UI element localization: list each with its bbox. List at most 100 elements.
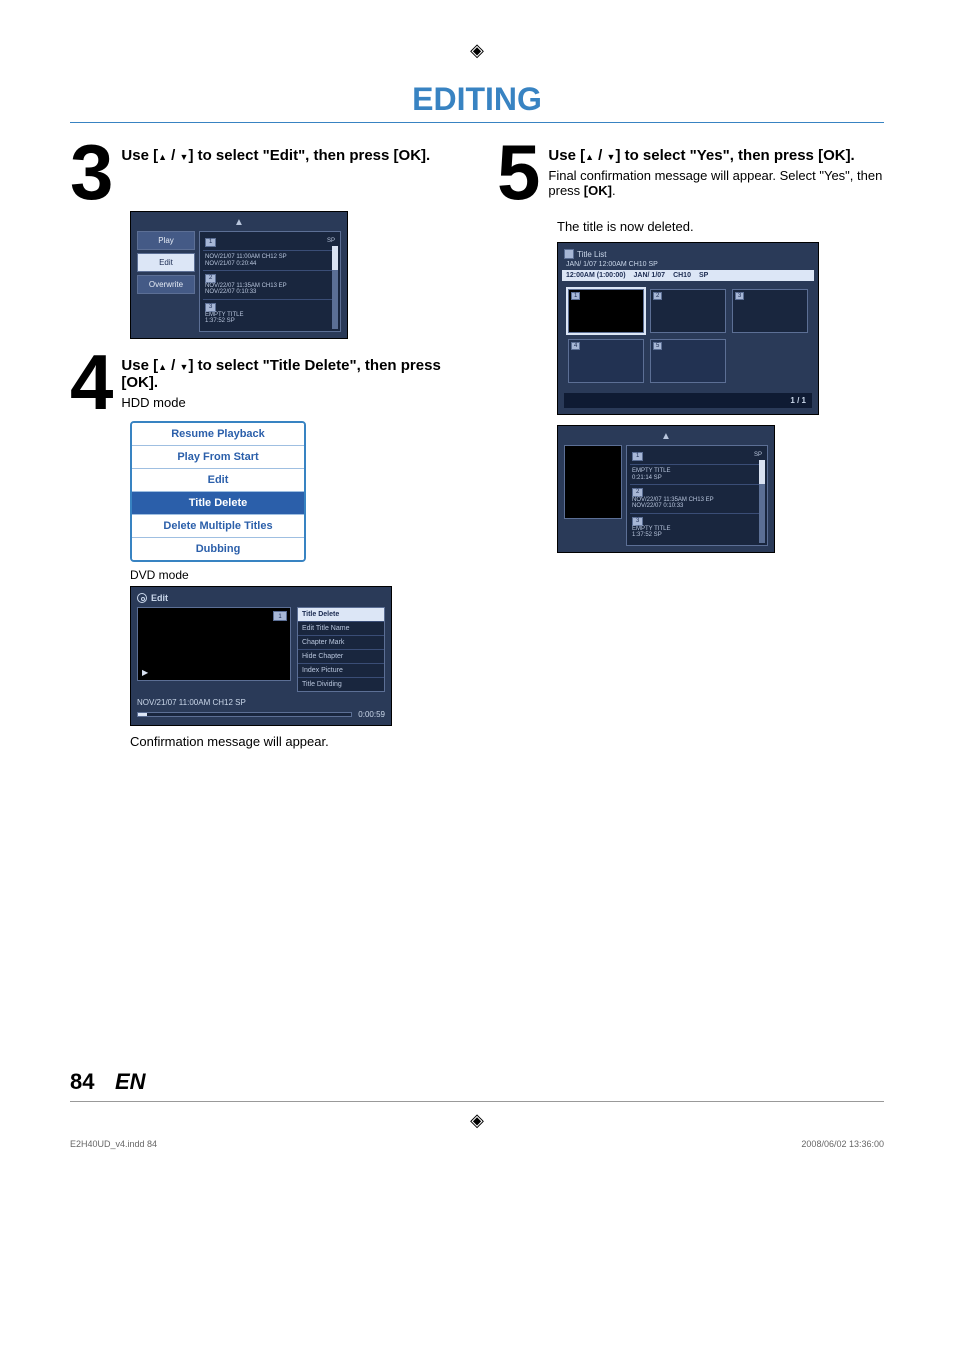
title-list-bar: 12:00AM (1:00:00) JAN/ 1/07 CH10 SP [562, 270, 814, 281]
row-a: NOV/22/07 11:35AM CH13 EP [632, 497, 762, 504]
footer-date: 2008/06/02 13:36:00 [801, 1139, 884, 1149]
t: Use [ [121, 357, 158, 374]
scrollbar-thumb[interactable] [332, 246, 338, 270]
title-list-head: Title List [562, 247, 814, 261]
list-row[interactable]: 3 EMPTY TITLE 1:37:52 SP [630, 513, 764, 542]
dvd-mode-label: DVD mode [130, 568, 457, 582]
t: Use [ [121, 147, 158, 164]
title-rule [70, 122, 884, 123]
list-row[interactable]: 3 EMPTY TITLE 1:37:52 SP [203, 299, 337, 328]
t: 12:00AM (1:00:00) [566, 272, 626, 279]
dvd-menu-title-dividing[interactable]: Title Dividing [298, 677, 384, 691]
play-button[interactable]: Play [137, 231, 195, 250]
step-number-3: 3 [70, 141, 113, 203]
step-4-text: Use [▲ / ▼] to select "Title Delete", th… [121, 351, 457, 410]
scrollbar[interactable] [332, 246, 338, 328]
row-b: NOV/22/07 0:10:33 [205, 289, 335, 296]
cell-num: 3 [735, 292, 744, 300]
step5-panel: ▲ 1 SP EMPTY TITLE 0:21:14 SP 2 [557, 425, 775, 552]
title-cell[interactable]: 5 [650, 339, 726, 383]
t: / [167, 357, 180, 374]
panel-right-list: 1 SP EMPTY TITLE 0:21:14 SP 2 NOV/22/07 … [626, 445, 768, 545]
disc-icon [137, 593, 147, 603]
cell-num: 2 [653, 292, 662, 300]
list-row[interactable]: 2 NOV/22/07 11:35AM CH13 EP NOV/22/07 0:… [630, 484, 764, 513]
list-row[interactable]: 1 SP [203, 235, 337, 250]
menu-resume-playback[interactable]: Resume Playback [132, 423, 304, 445]
panel-left-buttons: Play Edit Overwrite [137, 231, 195, 331]
footer-file: E2H40UD_v4.indd 84 [70, 1139, 157, 1149]
row-a: EMPTY TITLE [632, 468, 762, 475]
dvd-menu-chapter-mark[interactable]: Chapter Mark [298, 635, 384, 649]
dvd-preview: 1 ▶ [137, 607, 291, 681]
edit-button[interactable]: Edit [137, 253, 195, 272]
row-b: 1:37:52 SP [205, 318, 335, 325]
title-cell[interactable]: 3 [732, 289, 808, 333]
page-indicator: 1 / 1 [564, 393, 812, 408]
row-num: 2 [632, 488, 643, 497]
t: / [594, 147, 607, 164]
step-5: 5 Use [▲ / ▼] to select "Yes", then pres… [497, 141, 884, 203]
dvd-menu-index-picture[interactable]: Index Picture [298, 663, 384, 677]
dvd-menu-title-delete[interactable]: Title Delete [298, 608, 384, 621]
t: . [612, 183, 616, 198]
row-b: NOV/21/07 0:20:44 [205, 261, 335, 268]
menu-title-delete[interactable]: Title Delete [132, 491, 304, 514]
row-b: NOV/22/07 0:10:33 [632, 503, 762, 510]
t: JAN/ 1/07 [634, 272, 666, 279]
cell-num: 4 [571, 342, 580, 350]
row-a: NOV/22/07 11:35AM CH13 EP [205, 283, 335, 290]
panel-right-list: 1 SP NOV/21/07 11:00AM CH12 SP NOV/21/07… [199, 231, 341, 331]
page-lang: EN [115, 1069, 146, 1094]
t: ] to select "Edit", then press [OK]. [188, 147, 430, 164]
footer-rule [70, 1101, 884, 1102]
title-cell[interactable]: 1 [568, 289, 644, 333]
up-triangle-icon: ▲ [158, 362, 167, 372]
footer-meta: E2H40UD_v4.indd 84 2008/06/02 13:36:00 [70, 1139, 884, 1149]
dvd-edit-menu: Title Delete Edit Title Name Chapter Mar… [297, 607, 385, 692]
section-title: EDITING [70, 81, 884, 118]
dvd-edit-panel: Edit 1 ▶ Title Delete Edit Title Name Ch… [130, 586, 392, 726]
menu-edit[interactable]: Edit [132, 468, 304, 491]
row-a: EMPTY TITLE [205, 312, 335, 319]
step-3: 3 Use [▲ / ▼] to select "Edit", then pre… [70, 141, 457, 203]
list-row[interactable]: EMPTY TITLE 0:21:14 SP [630, 464, 764, 484]
play-icon: ▶ [142, 668, 148, 677]
progress-bar[interactable] [137, 712, 352, 717]
scrollbar-thumb[interactable] [759, 460, 765, 484]
title-cell[interactable]: 2 [650, 289, 726, 333]
menu-play-from-start[interactable]: Play From Start [132, 445, 304, 468]
t: SP [699, 272, 708, 279]
hdd-menu: Resume Playback Play From Start Edit Tit… [130, 421, 306, 562]
row-a: EMPTY TITLE [632, 526, 762, 533]
menu-delete-multiple[interactable]: Delete Multiple Titles [132, 514, 304, 537]
title-list-panel: Title List JAN/ 1/07 12:00AM CH10 SP 12:… [557, 242, 819, 415]
row-b: 0:21:14 SP [632, 475, 762, 482]
up-triangle-icon: ▲ [158, 152, 167, 162]
row-num: 3 [632, 517, 643, 526]
preview [564, 445, 622, 519]
dvd-info: NOV/21/07 11:00AM CH12 SP [137, 698, 385, 707]
title-cell[interactable]: 4 [568, 339, 644, 383]
list-row[interactable]: NOV/21/07 11:00AM CH12 SP NOV/21/07 0:20… [203, 250, 337, 270]
cell-num: 5 [653, 342, 662, 350]
t: Use [ [548, 147, 585, 164]
title-list-meta: JAN/ 1/07 12:00AM CH10 SP [562, 261, 814, 268]
overwrite-button[interactable]: Overwrite [137, 275, 195, 294]
registration-mark-bottom: ◈ [70, 1110, 884, 1131]
step-number-5: 5 [497, 141, 540, 203]
t: [OK] [584, 183, 612, 198]
scrollbar[interactable] [759, 460, 765, 542]
step5-sub: Final confirmation message will appear. … [548, 168, 884, 198]
menu-dubbing[interactable]: Dubbing [132, 537, 304, 560]
title-deleted-text: The title is now deleted. [557, 219, 884, 234]
progress-time: 0:00:59 [358, 710, 385, 719]
list-row[interactable]: 2 NOV/22/07 11:35AM CH13 EP NOV/22/07 0:… [203, 270, 337, 299]
dvd-menu-hide-chapter[interactable]: Hide Chapter [298, 649, 384, 663]
page-number: 84 [70, 1069, 94, 1094]
cell-num: 1 [571, 292, 580, 300]
dvd-menu-edit-title-name[interactable]: Edit Title Name [298, 621, 384, 635]
row-b: 1:37:52 SP [632, 532, 762, 539]
row-num: 1 [205, 238, 216, 247]
list-row[interactable]: 1 SP [630, 449, 764, 464]
